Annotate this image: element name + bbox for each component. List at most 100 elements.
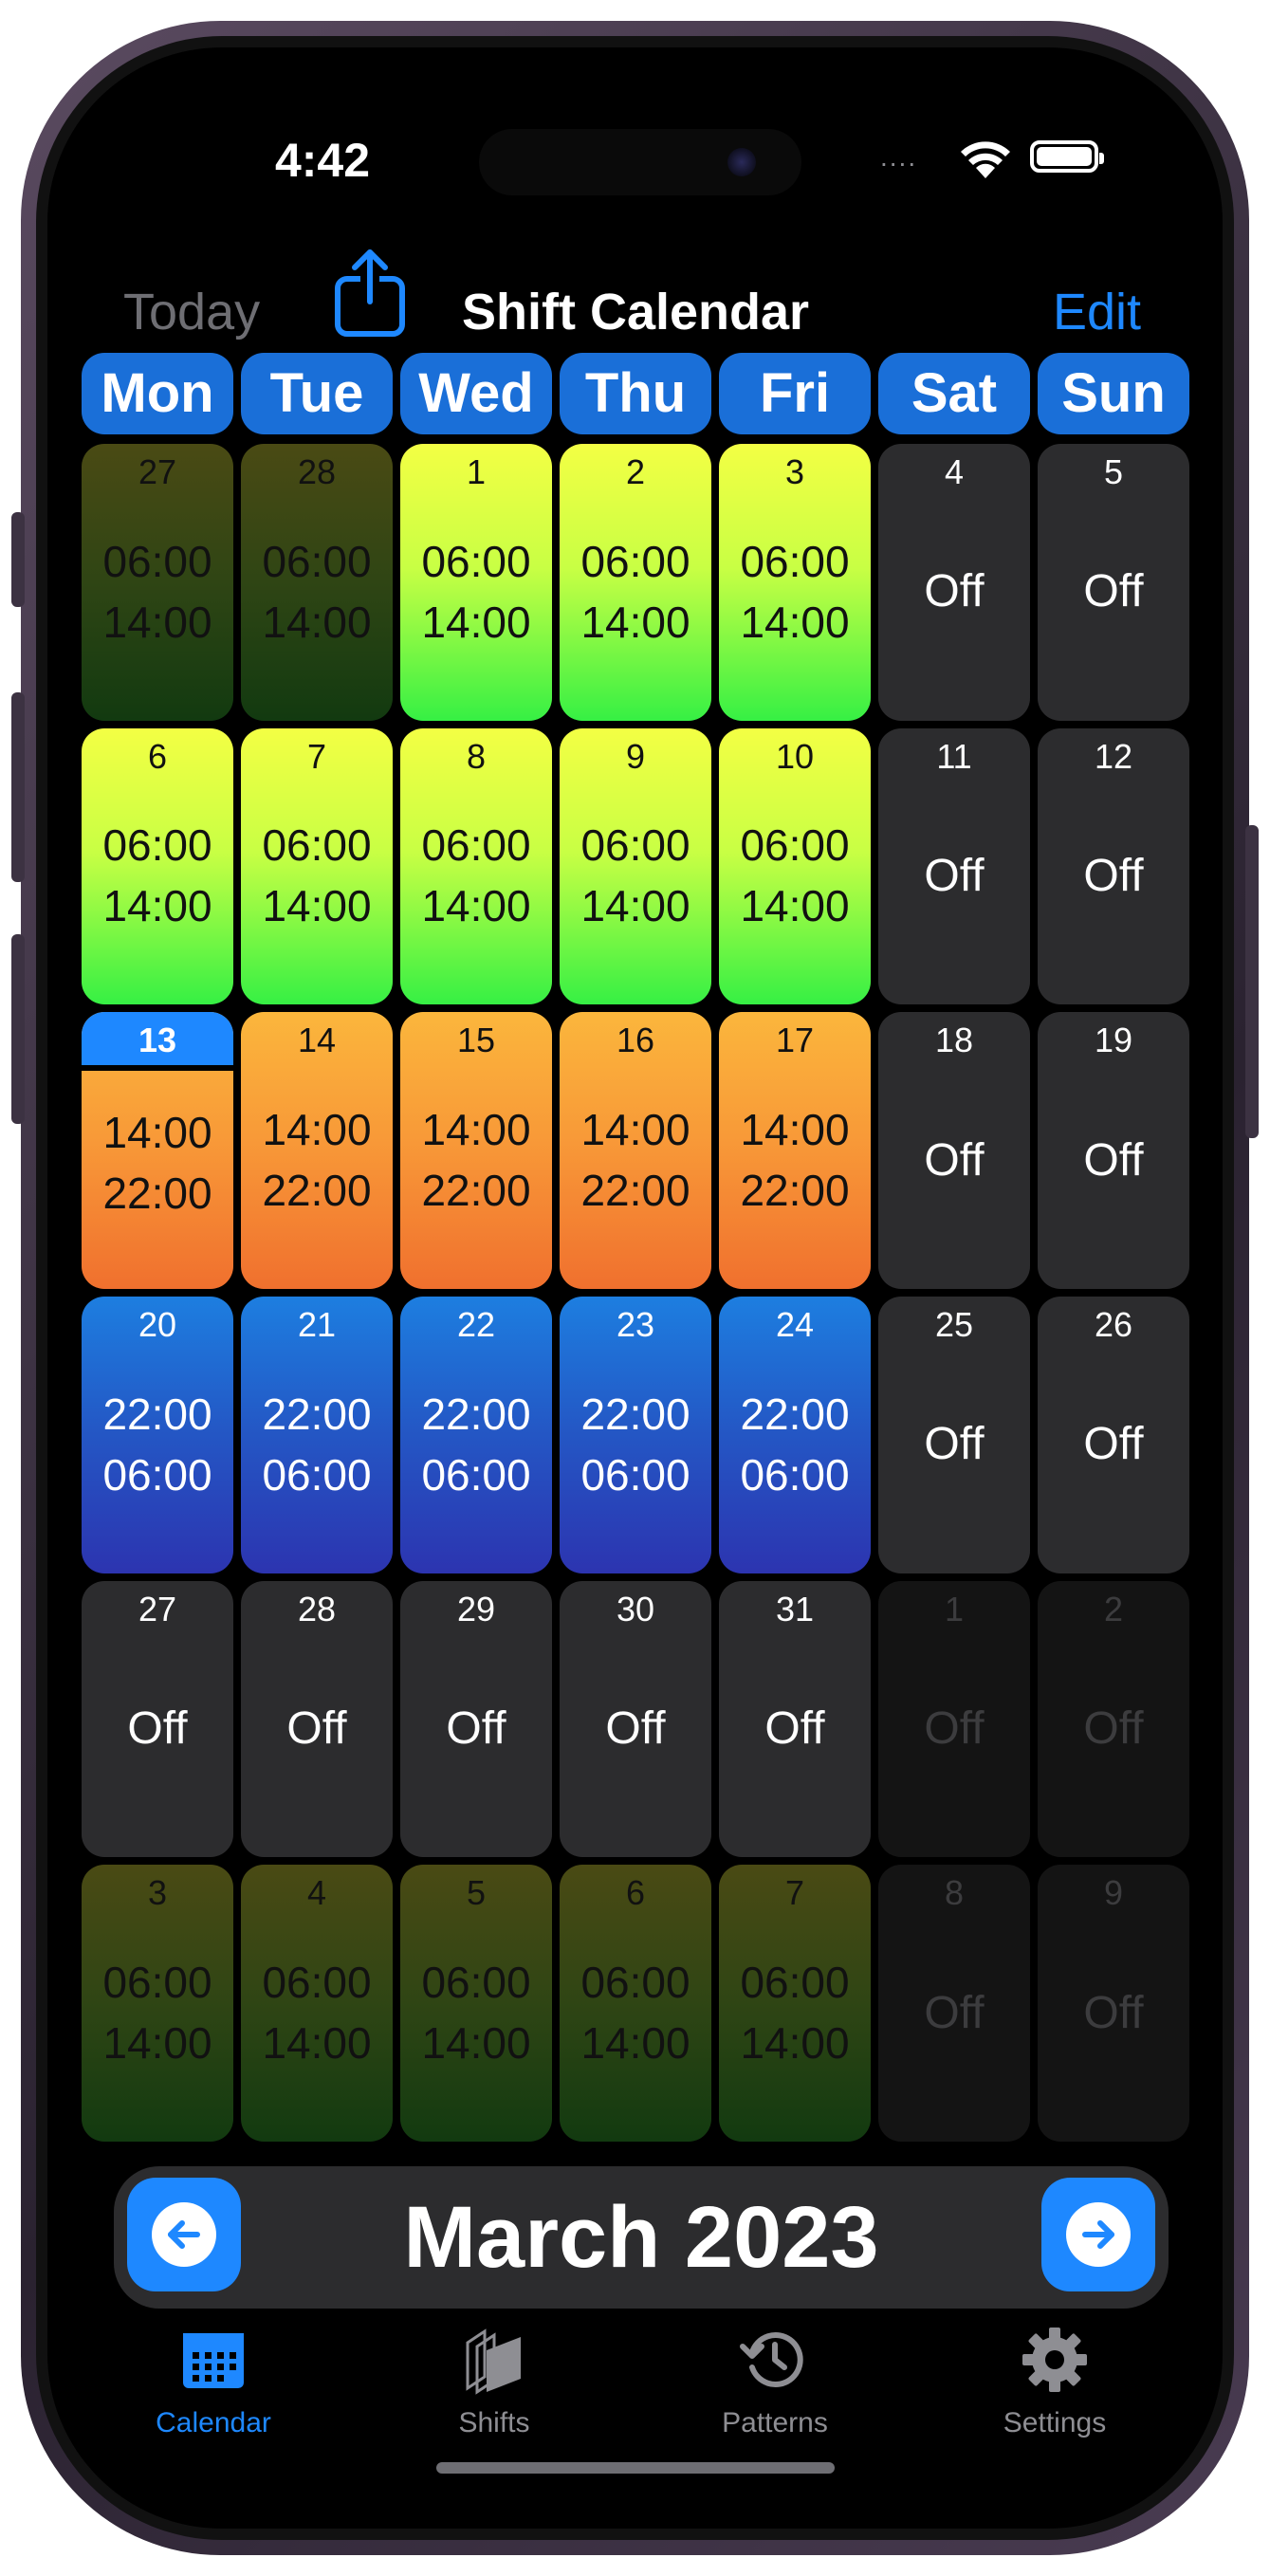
action-button [11,512,25,607]
power-button [1245,825,1259,1138]
shift-times: 22:00 06:00 [262,1316,371,1573]
day-number: 4 [306,1873,327,1913]
day-cell[interactable]: 3 06:00 14:00 [82,1865,233,2142]
weekday-tue: Tue [241,353,393,434]
day-cell[interactable]: 2 Off [1038,1580,1189,1858]
tab-settings[interactable]: Settings [960,2324,1150,2439]
day-cell[interactable]: 19 Off [1038,1012,1189,1289]
day-cell[interactable]: 29 Off [400,1580,552,1858]
previous-month-button[interactable] [127,2178,241,2291]
weekday-sat: Sat [878,353,1030,434]
day-cell[interactable]: 6 06:00 14:00 [82,727,233,1005]
weekday-wed: Wed [400,353,552,434]
day-number: 6 [625,1873,646,1913]
day-cell[interactable]: 28 06:00 14:00 [241,444,393,721]
day-cell[interactable]: 7 06:00 14:00 [719,1865,871,2142]
off-label: Off [1083,1702,1144,1754]
day-number: 28 [297,452,337,491]
off-label: Off [1083,1987,1144,2038]
off-label: Off [1083,566,1144,617]
shift-end-time: 22:00 [580,1166,690,1216]
shift-start-time: 06:00 [102,820,212,871]
day-number: 18 [934,1021,974,1060]
day-cell[interactable]: 23 22:00 06:00 [560,1296,711,1573]
day-cell[interactable]: 9 06:00 14:00 [560,727,711,1005]
arrow-left-icon [168,2220,200,2249]
day-cell[interactable]: 7 06:00 14:00 [241,727,393,1005]
battery-icon [1030,140,1104,173]
day-cell[interactable]: 13 14:00 22:00 [82,1012,233,1289]
day-cell[interactable]: 3 06:00 14:00 [719,444,871,721]
day-cell[interactable]: 12 Off [1038,727,1189,1005]
off-label: Off [1083,1134,1144,1186]
day-cell[interactable]: 9 Off [1038,1865,1189,2142]
day-cell[interactable]: 27 06:00 14:00 [82,444,233,721]
shift-end-time: 14:00 [580,881,690,931]
day-cell[interactable]: 27 Off [82,1580,233,1858]
today-button[interactable]: Today [123,283,260,341]
day-cell[interactable]: 20 22:00 06:00 [82,1296,233,1573]
shift-start-time: 22:00 [580,1389,690,1439]
month-title: March 2023 [403,2189,879,2286]
shift-end-time: 14:00 [580,2018,690,2069]
shift-start-time: 06:00 [421,1958,531,2008]
day-cell[interactable]: 4 Off [878,444,1030,721]
shifts-icon [466,2328,521,2395]
day-cell[interactable]: 22 22:00 06:00 [400,1296,552,1573]
day-cell[interactable]: 2 06:00 14:00 [560,444,711,721]
tab-bar: Calendar Shifts Patterns Settings [47,2324,1223,2447]
shift-start-time: 14:00 [421,1105,531,1155]
off-label: Off [1083,1419,1144,1470]
day-cell[interactable]: 14 14:00 22:00 [241,1012,393,1289]
shift-start-time: 06:00 [740,536,850,586]
day-cell[interactable]: 21 22:00 06:00 [241,1296,393,1573]
day-number: 31 [775,1589,815,1628]
day-cell[interactable]: 8 Off [878,1865,1030,2142]
day-cell[interactable]: 25 Off [878,1296,1030,1573]
share-icon[interactable] [332,245,408,340]
shift-start-time: 06:00 [102,536,212,586]
off-label: Off [924,1987,985,2038]
day-cell[interactable]: 26 Off [1038,1296,1189,1573]
day-cell[interactable]: 1 06:00 14:00 [400,444,552,721]
day-cell[interactable]: 28 Off [241,1580,393,1858]
day-cell[interactable]: 10 06:00 14:00 [719,727,871,1005]
shift-end-time: 14:00 [421,881,531,931]
weekday-mon: Mon [82,353,233,434]
edit-button[interactable]: Edit [1053,283,1141,341]
day-cell[interactable]: 16 14:00 22:00 [560,1012,711,1289]
day-cell[interactable]: 5 06:00 14:00 [400,1865,552,2142]
day-cell[interactable]: 1 Off [878,1580,1030,1858]
day-number: 3 [147,1873,168,1913]
day-cell[interactable]: 6 06:00 14:00 [560,1865,711,2142]
tab-calendar[interactable]: Calendar [119,2324,308,2439]
next-month-button[interactable] [1041,2178,1155,2291]
day-cell[interactable]: 15 14:00 22:00 [400,1012,552,1289]
shift-end-time: 14:00 [102,597,212,647]
off-label: Off [1083,850,1144,901]
shift-start-time: 06:00 [421,820,531,871]
day-cell[interactable]: 31 Off [719,1580,871,1858]
shift-times: 06:00 14:00 [580,463,690,721]
day-cell[interactable]: 30 Off [560,1580,711,1858]
camera-icon [727,148,756,176]
shift-times: 14:00 22:00 [421,1031,530,1289]
day-cell[interactable]: 17 14:00 22:00 [719,1012,871,1289]
day-number: 16 [616,1021,655,1060]
shift-times: 06:00 14:00 [421,747,530,1005]
tab-shifts[interactable]: Shifts [399,2324,589,2439]
shift-end-time: 14:00 [421,2018,531,2069]
weekday-header: Mon Tue Wed Thu Fri Sat Sun [82,353,1189,434]
day-cell[interactable]: 4 06:00 14:00 [241,1865,393,2142]
day-cell[interactable]: 8 06:00 14:00 [400,727,552,1005]
shift-start-time: 22:00 [740,1389,850,1439]
shift-start-time: 22:00 [262,1389,372,1439]
shift-start-time: 14:00 [740,1105,850,1155]
day-cell[interactable]: 18 Off [878,1012,1030,1289]
day-number: 25 [934,1304,974,1344]
tab-patterns[interactable]: Patterns [680,2324,870,2439]
day-cell[interactable]: 11 Off [878,727,1030,1005]
shift-start-time: 06:00 [580,536,690,586]
day-cell[interactable]: 5 Off [1038,444,1189,721]
day-cell[interactable]: 24 22:00 06:00 [719,1296,871,1573]
